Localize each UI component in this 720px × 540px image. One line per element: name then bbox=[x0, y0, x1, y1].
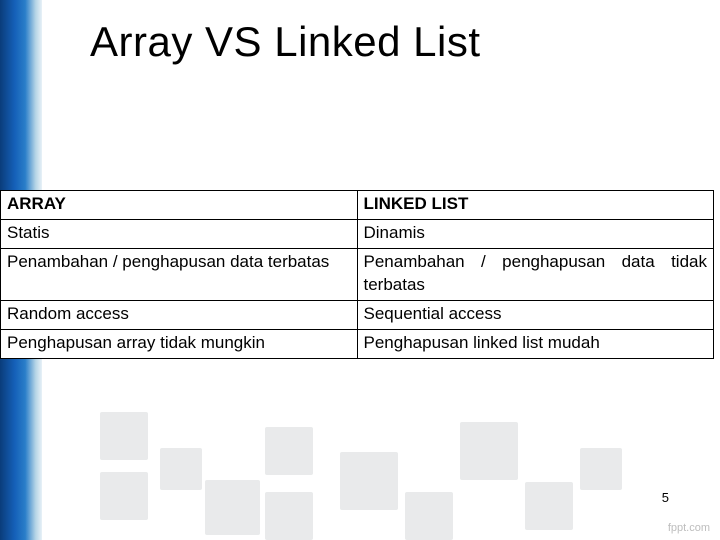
cell-right: Penghapusan linked list mudah bbox=[357, 329, 714, 358]
comparison-table-container: ARRAY LINKED LIST Statis Dinamis Penamba… bbox=[0, 190, 720, 359]
header-linked-list: LINKED LIST bbox=[357, 191, 714, 220]
table-row: Penghapusan array tidak mungkin Penghapu… bbox=[1, 329, 714, 358]
cell-right: Penambahan / penghapusan data tidak terb… bbox=[357, 248, 714, 300]
table-row: Penambahan / penghapusan data terbatas P… bbox=[1, 248, 714, 300]
decorative-squares bbox=[40, 360, 720, 540]
deco-square bbox=[100, 472, 148, 520]
cell-right: Dinamis bbox=[357, 219, 714, 248]
table-row: Statis Dinamis bbox=[1, 219, 714, 248]
deco-square bbox=[525, 482, 573, 530]
table-header-row: ARRAY LINKED LIST bbox=[1, 191, 714, 220]
cell-left: Penambahan / penghapusan data terbatas bbox=[1, 248, 358, 300]
deco-square bbox=[405, 492, 453, 540]
header-array: ARRAY bbox=[1, 191, 358, 220]
cell-left: Penghapusan array tidak mungkin bbox=[1, 329, 358, 358]
deco-square bbox=[100, 412, 148, 460]
deco-square bbox=[340, 452, 398, 510]
table-row: Random access Sequential access bbox=[1, 300, 714, 329]
deco-square bbox=[205, 480, 260, 535]
cell-right: Sequential access bbox=[357, 300, 714, 329]
deco-square bbox=[265, 492, 313, 540]
slide-title: Array VS Linked List bbox=[90, 18, 481, 66]
comparison-table: ARRAY LINKED LIST Statis Dinamis Penamba… bbox=[0, 190, 714, 359]
deco-square bbox=[580, 448, 622, 490]
deco-square bbox=[460, 422, 518, 480]
deco-square bbox=[160, 448, 202, 490]
page-number: 5 bbox=[659, 490, 672, 505]
cell-left: Statis bbox=[1, 219, 358, 248]
cell-left: Random access bbox=[1, 300, 358, 329]
deco-square bbox=[265, 427, 313, 475]
watermark: fppt.com bbox=[668, 522, 710, 534]
